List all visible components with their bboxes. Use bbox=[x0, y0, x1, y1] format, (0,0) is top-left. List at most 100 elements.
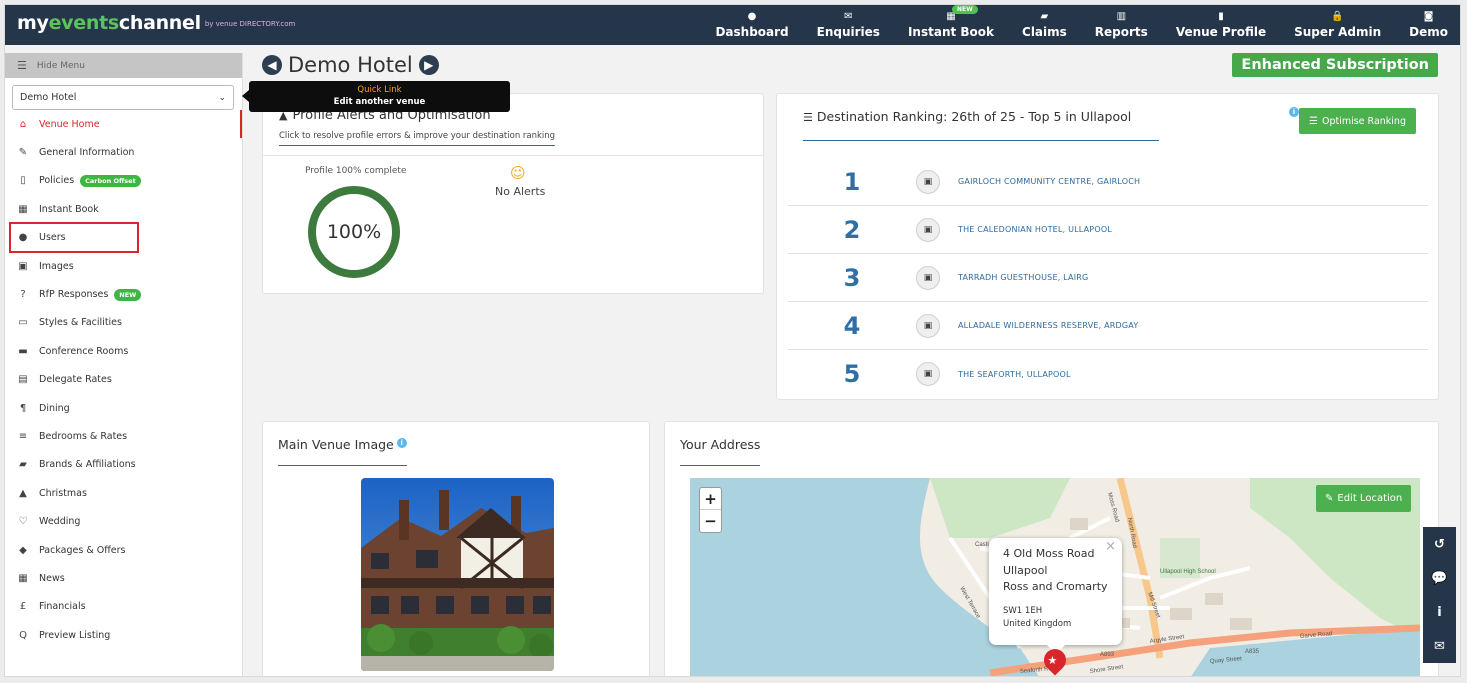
nav-instant-book[interactable]: ▦ Instant Book NEW bbox=[894, 5, 1008, 45]
quick-link-tooltip: Quick Link Edit another venue bbox=[242, 81, 510, 112]
sidebar-item-conference-rooms[interactable]: ▬ Conference Rooms bbox=[5, 337, 242, 365]
sidebar-item-christmas[interactable]: ▲ Christmas bbox=[5, 479, 242, 507]
sidebar-item-label: Christmas bbox=[39, 487, 87, 499]
location-map[interactable]: North Road Mill Street Garve Road Argyle… bbox=[690, 478, 1420, 676]
nav-claims[interactable]: ▰ Claims bbox=[1008, 5, 1081, 45]
edit-icon: ✎ bbox=[1325, 493, 1334, 504]
next-venue-arrow-icon[interactable]: ▶ bbox=[418, 55, 439, 75]
sidebar-item-instant-book[interactable]: ▦ Instant Book bbox=[5, 195, 242, 223]
zoom-in-button[interactable]: + bbox=[700, 488, 721, 510]
rank-number: 5 bbox=[843, 360, 861, 388]
nav-label: Dashboard bbox=[715, 24, 789, 39]
sidebar-item-preview-listing[interactable]: Q Preview Listing bbox=[5, 621, 242, 649]
carbon-offset-badge: Carbon Offset bbox=[80, 174, 141, 187]
sidebar-item-users[interactable]: ● Users bbox=[5, 224, 242, 252]
ranking-row: 2 ▣ THE CALEDONIAN HOTEL, ULLAPOOL bbox=[788, 206, 1428, 254]
zoom-out-button[interactable]: − bbox=[700, 510, 721, 532]
app-window: myeventschannel by venue DIRECTORY.com ● D… bbox=[4, 4, 1461, 677]
hide-menu-label: Hide Menu bbox=[36, 60, 85, 71]
profile-complete-percent: 100% bbox=[326, 221, 382, 243]
main-nav: ● Dashboard ✉ Enquiries ▦ Instant Book NEW ▰… bbox=[701, 5, 1454, 45]
address-title: Your Address bbox=[680, 437, 761, 466]
info-icon[interactable]: i bbox=[396, 438, 407, 448]
sidebar-item-policies[interactable]: ▯ Policies Carbon Offset bbox=[5, 167, 242, 195]
venue-link[interactable]: THE CALEDONIAN HOTEL, ULLAPOOL bbox=[958, 225, 1112, 234]
nav-demo[interactable]: ◙ Demo bbox=[1395, 5, 1454, 45]
edit-location-label: Edit Location bbox=[1337, 493, 1403, 504]
dashboard-icon: ● bbox=[747, 10, 757, 22]
nav-reports[interactable]: ▥ Reports bbox=[1081, 5, 1162, 45]
sidebar-item-venue-home[interactable]: ⌂ Venue Home bbox=[5, 110, 242, 139]
sidebar-item-rfp-responses[interactable]: ? RfP Responses NEW bbox=[5, 280, 242, 308]
venue-photo[interactable] bbox=[361, 478, 554, 671]
camera-icon: ▣ bbox=[916, 362, 940, 386]
sidebar-item-label: RfP Responses bbox=[39, 289, 109, 301]
newspaper-icon: ▦ bbox=[18, 572, 28, 584]
chat-icon[interactable]: 💬 bbox=[1423, 561, 1456, 595]
sidebar-item-styles-facilities[interactable]: ▭ Styles & Facilities bbox=[5, 309, 242, 337]
venue-link[interactable]: ALLADALE WILDERNESS RESERVE, ARDGAY bbox=[958, 321, 1138, 330]
sidebar-item-label: Preview Listing bbox=[39, 629, 111, 641]
previous-venue-arrow-icon[interactable]: ◀ bbox=[262, 55, 282, 75]
brand-logo[interactable]: myeventschannel by venue DIRECTORY.com bbox=[17, 12, 295, 34]
sidebar-item-wedding[interactable]: ♡ Wedding bbox=[5, 507, 242, 535]
info-icon[interactable]: i bbox=[1423, 595, 1456, 629]
nav-dashboard[interactable]: ● Dashboard bbox=[701, 5, 802, 45]
venue-select[interactable]: Demo Hotel ⌄ bbox=[12, 85, 234, 110]
venue-link[interactable]: GAIRLOCH COMMUNITY CENTRE, GAIRLOCH bbox=[958, 177, 1140, 186]
nav-super-admin[interactable]: 🔒 Super Admin bbox=[1280, 5, 1395, 45]
sidebar-item-dining[interactable]: ¶ Dining bbox=[5, 394, 242, 422]
user-icon: ● bbox=[18, 232, 28, 244]
rank-number: 1 bbox=[843, 167, 861, 196]
sidebar-item-financials[interactable]: £ Financials bbox=[5, 593, 242, 621]
lock-icon: 🔒 bbox=[1331, 10, 1344, 22]
profile-alerts-link[interactable]: Click to resolve profile errors & improv… bbox=[279, 131, 556, 146]
image-icon: ▣ bbox=[18, 260, 28, 272]
sidebar-item-packages-offers[interactable]: ◆ Packages & Offers bbox=[5, 536, 242, 564]
venue-link[interactable]: THE SEAFORTH, ULLAPOOL bbox=[958, 370, 1071, 379]
history-icon[interactable]: ↺ bbox=[1423, 527, 1456, 561]
page-title: ◀ Demo Hotel ▶ bbox=[262, 53, 439, 77]
optimise-ranking-button[interactable]: ☰ Optimise Ranking bbox=[1299, 108, 1416, 134]
profile-alerts-header: ▲ Profile Alerts and Optimisation Click t… bbox=[279, 108, 556, 146]
list-icon: ☰ bbox=[1309, 115, 1318, 127]
address-country: United Kingdom bbox=[1003, 618, 1072, 629]
sidebar-item-label: Wedding bbox=[39, 516, 81, 528]
profile-alerts-panel: ▲ Profile Alerts and Optimisation Click t… bbox=[262, 93, 764, 294]
email-icon[interactable]: ✉ bbox=[1423, 629, 1456, 663]
map-zoom-controls: + − bbox=[699, 487, 722, 533]
rank-number: 3 bbox=[843, 263, 861, 292]
info-icon[interactable]: i bbox=[1289, 107, 1299, 117]
star-icon: ★ bbox=[1047, 653, 1058, 667]
sidebar-item-images[interactable]: ▣ Images bbox=[5, 252, 242, 280]
rank-number: 4 bbox=[843, 311, 861, 340]
close-icon[interactable]: × bbox=[1105, 539, 1116, 554]
nav-venue-profile[interactable]: ▮ Venue Profile bbox=[1162, 5, 1280, 45]
sidebar-item-label: Bedrooms & Rates bbox=[39, 430, 128, 442]
sidebar-item-delegate-rates[interactable]: ▤ Delegate Rates bbox=[5, 366, 242, 394]
calculator-icon: ▤ bbox=[18, 374, 28, 386]
profile-complete-label: Profile 100% complete bbox=[305, 166, 407, 176]
envelope-icon: ✉ bbox=[844, 10, 853, 22]
address-panel: Your Address North Road Mill Street Garv… bbox=[664, 421, 1439, 676]
sidebar-item-label: Images bbox=[39, 260, 74, 272]
sidebar-item-news[interactable]: ▦ News bbox=[5, 564, 242, 592]
book-icon: ▰ bbox=[1040, 10, 1049, 22]
sidebar-item-label: Financials bbox=[39, 601, 86, 613]
sidebar-item-label: Brands & Affiliations bbox=[39, 459, 136, 471]
enhanced-subscription-button[interactable]: Enhanced Subscription bbox=[1232, 53, 1438, 77]
edit-location-button[interactable]: ✎ Edit Location bbox=[1316, 485, 1412, 512]
hide-menu-button[interactable]: ☰ Hide Menu bbox=[5, 53, 242, 78]
venue-link[interactable]: TARRADH GUESTHOUSE, LAIRG bbox=[958, 273, 1088, 282]
nav-label: Super Admin bbox=[1294, 24, 1382, 39]
hamburger-icon: ☰ bbox=[17, 59, 27, 72]
sidebar-item-general-information[interactable]: ✎ General Information bbox=[5, 138, 242, 166]
sidebar-item-label: Users bbox=[39, 232, 66, 244]
briefcase-icon: ▬ bbox=[18, 345, 28, 357]
smiley-icon: ☺ bbox=[510, 164, 526, 182]
optimise-ranking-label: Optimise Ranking bbox=[1321, 115, 1406, 127]
nav-enquiries[interactable]: ✉ Enquiries bbox=[803, 5, 894, 45]
sidebar-item-brands-affiliations[interactable]: ▰ Brands & Affiliations bbox=[5, 451, 242, 479]
sidebar-item-bedrooms-rates[interactable]: ≡ Bedrooms & Rates bbox=[5, 422, 242, 450]
